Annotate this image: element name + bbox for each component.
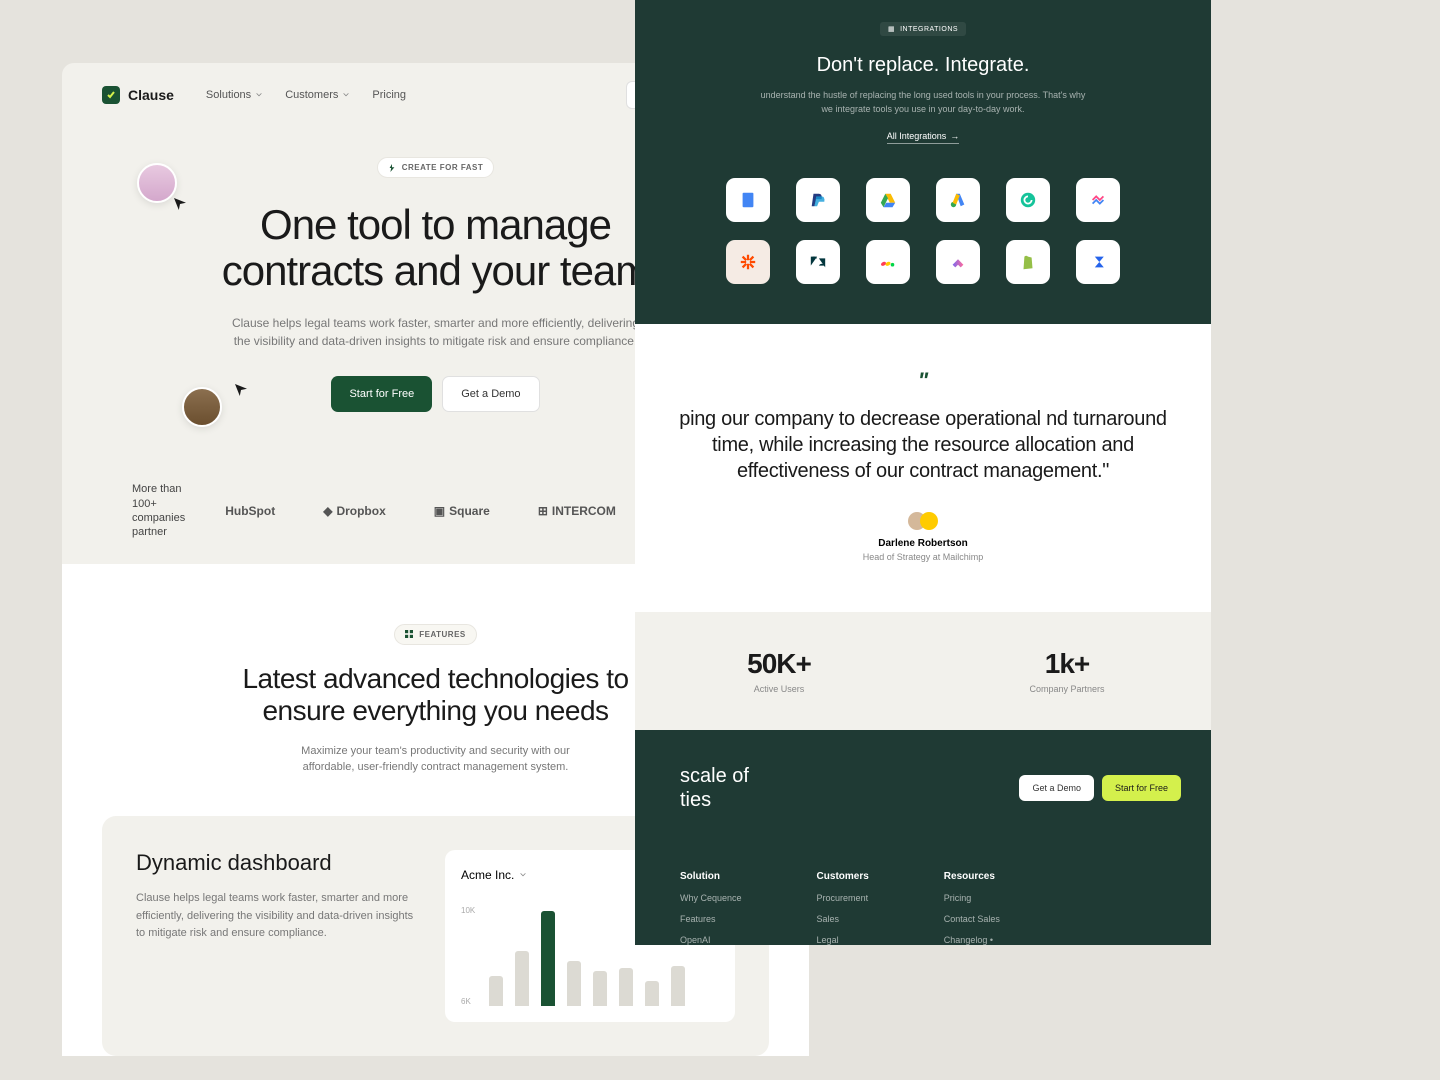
stat-number: 1k+ [923,648,1211,680]
integration-grammarly[interactable] [1006,178,1050,222]
integration-tile[interactable] [726,178,770,222]
integration-zendesk[interactable] [796,240,840,284]
avatar [137,163,177,203]
footer-link[interactable]: Features [680,914,742,924]
chart-bar [671,966,685,1006]
chart-bar [489,976,503,1006]
features-sub: Maximize your team's productivity and se… [276,743,596,776]
cursor-icon [174,197,186,209]
integrations-text: understand the hustle of replacing the l… [758,89,1088,116]
partner-hubspot: HubSpot [225,504,275,518]
footer-link[interactable]: Pricing [944,893,1000,903]
cursor-icon [235,383,247,395]
author-avatars [665,512,1181,530]
cta-text: scale ofties [680,764,749,812]
get-demo-button[interactable]: Get a Demo [1019,775,1094,801]
dashboard-text: Clause helps legal teams work faster, sm… [136,890,415,943]
author-name: Darlene Robertson [665,538,1181,549]
integrations-badge: ▦ INTEGRATIONS [880,22,966,36]
footer-link[interactable]: Legal [817,935,869,945]
avatar [182,387,222,427]
chart-bar [567,961,581,1006]
dashboard-title: Dynamic dashboard [136,850,415,876]
chart-bar [645,981,659,1006]
quote-icon: " [665,368,1181,394]
hero-badge: CREATE FOR FAST [377,157,495,178]
brand-name: Clause [128,87,174,103]
footer-link[interactable]: Why Cequence [680,893,742,903]
partner-dropbox: ◆ Dropbox [323,504,386,518]
chevron-down-icon [342,91,350,99]
author-title: Head of Strategy at Mailchimp [665,552,1181,562]
footer-link[interactable]: Changelog • [944,935,1000,945]
stat-label: Company Partners [923,684,1211,694]
nav-pricing[interactable]: Pricing [372,89,406,101]
nav-customers[interactable]: Customers [285,89,350,101]
integration-zapier[interactable] [726,240,770,284]
get-demo-button[interactable]: Get a Demo [442,376,539,412]
all-integrations-link[interactable]: All Integrations → [887,131,960,144]
partner-square: ▣ Square [434,504,490,518]
logo-icon [102,86,120,104]
footer-head: Customers [817,871,869,882]
integration-monday[interactable] [866,240,910,284]
integrations-section: ▦ INTEGRATIONS Don't replace. Integrate.… [635,0,1211,324]
hero-subhead: Clause helps legal teams work faster, sm… [226,314,646,350]
stats: 50K+ Active Users 1k+ Company Partners [635,612,1211,730]
chart-bar [619,968,633,1006]
integration-ads[interactable] [936,178,980,222]
footer-link[interactable]: Procurement [817,893,869,903]
footer-link[interactable]: Sales [817,914,869,924]
integration-shopify[interactable] [1006,240,1050,284]
start-free-button[interactable]: Start for Free [331,376,432,412]
footer-link[interactable]: OpenAI [680,935,742,945]
features-badge: FEATURES [394,624,477,645]
integration-drive[interactable] [866,178,910,222]
nav-solutions[interactable]: Solutions [206,89,263,101]
stat-number: 50K+ [635,648,923,680]
integration-paypal[interactable] [796,178,840,222]
chart-bar [515,951,529,1006]
integration-clickup[interactable] [936,240,980,284]
cta-banner: scale ofties Get a Demo Start for Free [635,730,1211,846]
chart-bar [541,911,555,1006]
footer-link[interactable]: Contact Sales [944,914,1000,924]
lightning-icon [388,164,396,172]
partners-text: More than 100+ companies partner [132,482,185,539]
company-selector[interactable]: Acme Inc. [461,868,527,882]
integrations-title: Don't replace. Integrate. [665,54,1181,77]
stat-label: Active Users [635,684,923,694]
partner-intercom: ⊞ INTERCOM [538,504,616,518]
testimonial: " ping our company to decrease operation… [635,324,1211,612]
start-free-button[interactable]: Start for Free [1102,775,1181,801]
footer-head: Solution [680,871,742,882]
footer-head: Resources [944,871,1000,882]
footer: Solution Why Cequence Features OpenAI Cu… [635,846,1211,945]
chevron-down-icon [519,871,527,879]
quote-text: ping our company to decrease operational… [665,406,1181,484]
logo[interactable]: Clause [102,86,174,104]
chart-bar [593,971,607,1006]
integration-tile[interactable] [1076,240,1120,284]
grid-icon [405,630,413,638]
chevron-down-icon [255,91,263,99]
integration-tile[interactable] [1076,178,1120,222]
